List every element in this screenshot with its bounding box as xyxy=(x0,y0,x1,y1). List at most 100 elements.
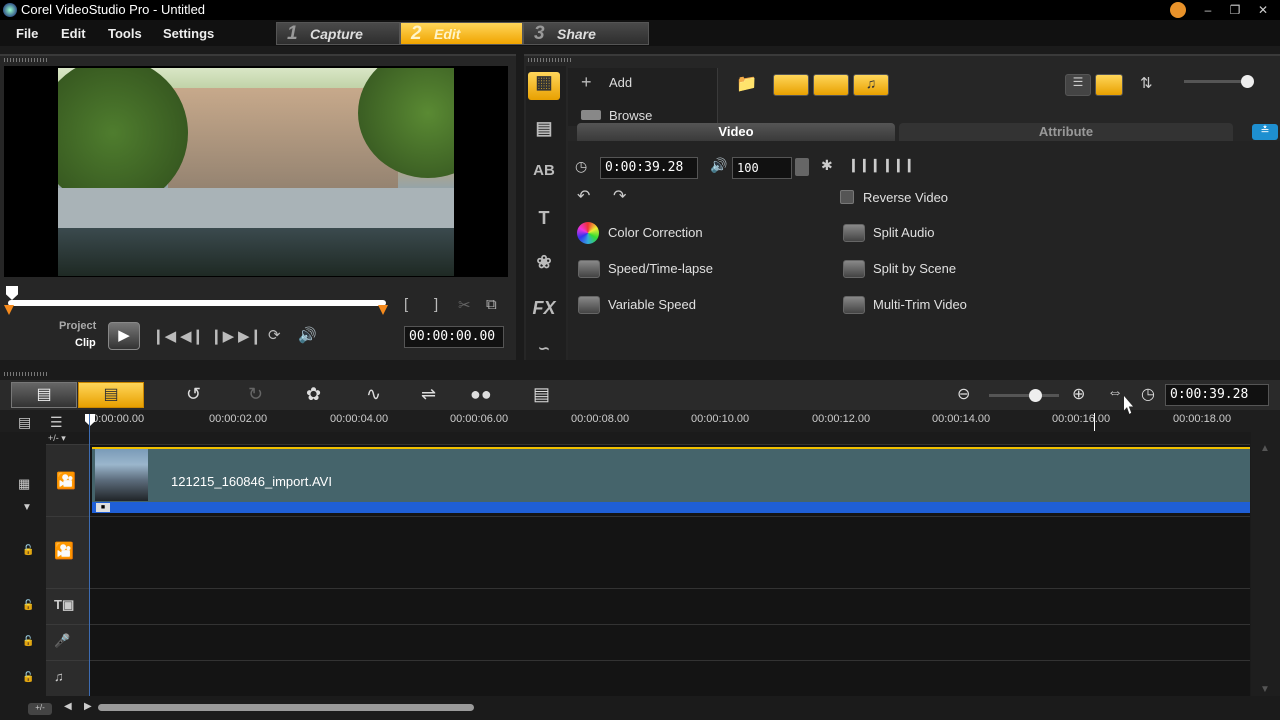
color-correction-option[interactable]: Color Correction xyxy=(608,225,703,240)
scrubber-bar[interactable] xyxy=(8,300,386,306)
project-mode-label[interactable]: Project xyxy=(59,320,96,332)
path-icon[interactable]: ∽ xyxy=(528,340,560,368)
lock-icon[interactable]: 🔓 xyxy=(22,636,34,647)
browse-button[interactable]: Browse xyxy=(609,108,652,123)
close-button[interactable]: ✕ xyxy=(1254,2,1272,18)
zoom-out-icon[interactable]: ⊖ xyxy=(957,384,970,404)
zoom-in-icon[interactable]: ⊕ xyxy=(1072,384,1085,404)
transition-icon[interactable]: AB xyxy=(528,162,560,190)
scroll-up-icon[interactable]: ▲ xyxy=(1260,443,1270,454)
fade-in-icon[interactable]: ❙❙❙ xyxy=(848,157,881,173)
horizontal-scrollbar-thumb[interactable] xyxy=(98,704,474,711)
collapse-options-icon[interactable]: ≛ xyxy=(1252,124,1278,140)
plus-icon[interactable]: + xyxy=(581,72,592,93)
ripple-editing-icon[interactable]: ▦ xyxy=(18,476,30,492)
tab-share[interactable]: 3 Share xyxy=(523,22,649,45)
end-icon[interactable]: ▶❙ xyxy=(238,327,262,345)
scroll-right-icon[interactable]: ▶ xyxy=(84,701,92,712)
add-remove-tracks-icon[interactable]: +/- ▾ xyxy=(48,433,66,444)
auto-music-icon[interactable]: ⇌ xyxy=(421,384,436,405)
overlay-track[interactable] xyxy=(90,516,1250,588)
show-audio-toggle[interactable]: ♫ xyxy=(853,74,889,96)
volume-dropdown[interactable] xyxy=(795,158,809,176)
title-icon[interactable]: T xyxy=(528,208,560,236)
enlarge-preview-icon[interactable]: ⧉ xyxy=(486,296,497,313)
zoom-slider[interactable] xyxy=(989,394,1059,397)
overlay-track-header[interactable]: 🎦 xyxy=(46,516,89,588)
graphic-icon[interactable]: ❀ xyxy=(528,252,560,280)
tab-attribute[interactable]: Attribute xyxy=(899,123,1233,141)
expand-tracks-icon[interactable]: ▼ xyxy=(22,502,32,513)
thumbnail-view-icon[interactable] xyxy=(1095,74,1123,96)
play-button[interactable]: ▶ xyxy=(108,322,140,350)
minimize-button[interactable]: – xyxy=(1199,2,1217,18)
lock-icon[interactable]: 🔓 xyxy=(22,672,34,683)
fit-project-icon[interactable]: ⇔ xyxy=(1107,384,1123,402)
motion-tracking-icon[interactable]: ●● xyxy=(470,384,492,405)
video-track-header[interactable]: 🎦 xyxy=(46,444,89,516)
lock-icon[interactable]: 🔓 xyxy=(22,600,34,611)
fade-out-icon[interactable]: ❙❙❙ xyxy=(882,157,915,173)
menu-file[interactable]: File xyxy=(16,26,38,41)
add-folder-button[interactable]: Add xyxy=(609,75,632,90)
mute-icon[interactable]: ✱ xyxy=(821,157,833,174)
menu-settings[interactable]: Settings xyxy=(163,26,214,41)
repeat-icon[interactable]: ⟳ xyxy=(268,326,281,344)
subtitle-editor-icon[interactable]: ▤ xyxy=(533,384,550,405)
add-track-icon[interactable]: +/- xyxy=(28,703,52,715)
lock-icon[interactable]: 🔓 xyxy=(22,545,34,556)
rotate-right-icon[interactable]: ↷ xyxy=(613,186,626,206)
sort-icon[interactable]: ⇅ xyxy=(1140,74,1153,92)
split-icon[interactable]: ✂ xyxy=(458,296,471,314)
music-track-header[interactable]: ♫ xyxy=(46,660,89,696)
title-track-header[interactable]: T▣ xyxy=(46,588,89,624)
reverse-video-option[interactable]: Reverse Video xyxy=(863,190,948,205)
multi-trim-video-option[interactable]: Multi-Trim Video xyxy=(873,297,967,312)
menu-edit[interactable]: Edit xyxy=(61,26,86,41)
instant-project-icon[interactable]: ▤ xyxy=(528,118,560,146)
chapter-menu-icon[interactable]: ☰ xyxy=(50,414,63,431)
tab-capture[interactable]: 1 Capture xyxy=(276,22,400,45)
preview-timecode[interactable]: 00:00:00.00 xyxy=(404,326,504,348)
clip-mode-label[interactable]: Clip xyxy=(75,337,96,349)
track-manager-icon[interactable]: ▤ xyxy=(18,414,31,431)
scroll-down-icon[interactable]: ▼ xyxy=(1260,684,1270,695)
music-track[interactable] xyxy=(90,660,1250,696)
media-icon[interactable]: ▦ xyxy=(528,72,560,100)
title-track[interactable] xyxy=(90,588,1250,624)
panel-grip[interactable] xyxy=(4,372,48,376)
timeline-view-button[interactable]: ▤ xyxy=(78,382,144,408)
record-capture-icon[interactable]: ✿ xyxy=(306,384,321,405)
clip-volume-field[interactable]: 100 xyxy=(732,157,792,179)
home-icon[interactable]: ❙◀ xyxy=(152,327,176,345)
sound-mixer-icon[interactable]: ∿ xyxy=(366,384,381,405)
show-photos-toggle[interactable] xyxy=(813,74,849,96)
panel-grip[interactable] xyxy=(4,58,48,62)
tab-edit[interactable]: 2 Edit xyxy=(400,22,523,45)
redo-icon[interactable]: ↻ xyxy=(248,384,263,405)
panel-grip[interactable] xyxy=(528,58,572,62)
variable-speed-option[interactable]: Variable Speed xyxy=(608,297,696,312)
scroll-left-icon[interactable]: ◀ xyxy=(64,701,72,712)
zoom-slider-knob[interactable] xyxy=(1029,389,1042,402)
previous-frame-icon[interactable]: ◀❙ xyxy=(180,327,204,345)
globe-icon[interactable] xyxy=(1170,2,1186,18)
undo-icon[interactable]: ↺ xyxy=(186,384,201,405)
filter-icon[interactable]: FX xyxy=(528,298,560,326)
tab-video[interactable]: Video xyxy=(577,123,895,141)
mark-out-button[interactable]: ] xyxy=(434,296,438,313)
rotate-left-icon[interactable]: ↶ xyxy=(577,186,590,206)
thumbnail-size-slider[interactable] xyxy=(1184,80,1248,83)
speed-time-lapse-option[interactable]: Speed/Time-lapse xyxy=(608,261,713,276)
reverse-video-checkbox[interactable] xyxy=(840,190,854,204)
show-videos-toggle[interactable] xyxy=(773,74,809,96)
mark-in-button[interactable]: [ xyxy=(404,296,408,313)
vertical-scrollbar[interactable] xyxy=(1251,432,1280,696)
next-frame-icon[interactable]: ❙▶ xyxy=(210,327,234,345)
restore-button[interactable]: ❐ xyxy=(1226,2,1244,18)
split-by-scene-option[interactable]: Split by Scene xyxy=(873,261,956,276)
voice-track[interactable] xyxy=(90,624,1250,660)
menu-tools[interactable]: Tools xyxy=(108,26,142,41)
volume-icon[interactable]: 🔊 xyxy=(298,326,317,344)
list-view-icon[interactable]: ☰ xyxy=(1065,74,1091,96)
